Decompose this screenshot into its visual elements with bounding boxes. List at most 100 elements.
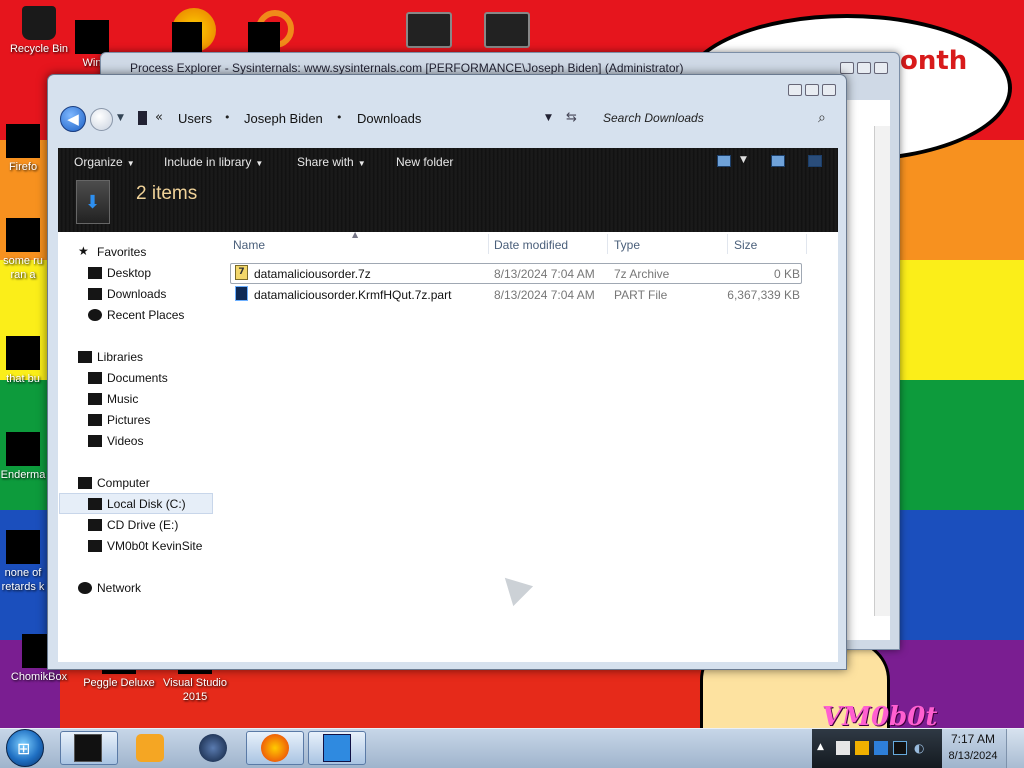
pe-minimize-button[interactable] bbox=[840, 62, 854, 74]
close-button[interactable] bbox=[822, 84, 836, 96]
cd-drive-icon bbox=[88, 519, 102, 531]
share-with-button[interactable]: Share with ▼ bbox=[297, 155, 366, 169]
desktop-icon-label: that bu bbox=[6, 373, 40, 385]
include-in-library-button[interactable]: Include in library ▼ bbox=[164, 155, 263, 169]
breadcrumb-downloads[interactable]: Downloads bbox=[357, 111, 421, 126]
favorites-star-icon: ★ bbox=[78, 244, 89, 258]
chevron-down-icon: ▼ bbox=[357, 159, 366, 168]
address-dropdown[interactable]: ▼ bbox=[545, 113, 552, 123]
column-divider[interactable] bbox=[727, 234, 728, 254]
desktop-icon-label: Peggle Deluxe bbox=[83, 677, 155, 689]
nav-network[interactable]: Network bbox=[97, 581, 141, 595]
recent-pages-dropdown[interactable]: ▼ bbox=[117, 113, 124, 123]
clock-date[interactable]: 8/13/2024 bbox=[944, 750, 1002, 762]
nav-music[interactable]: Music bbox=[107, 392, 138, 406]
file-name[interactable]: datamaliciousorder.KrmfHQut.7z.part bbox=[254, 288, 451, 302]
nav-pictures[interactable]: Pictures bbox=[107, 413, 150, 427]
desktop-icon-top-mask bbox=[172, 22, 202, 52]
show-desktop-button[interactable] bbox=[1006, 729, 1024, 768]
column-divider[interactable] bbox=[806, 234, 807, 254]
desktop-icon-some-ru[interactable]: some ru ran a bbox=[0, 218, 46, 282]
new-folder-button[interactable]: New folder bbox=[396, 155, 453, 169]
maximize-button[interactable] bbox=[805, 84, 819, 96]
documents-icon bbox=[88, 372, 102, 384]
desktop-icon-enderman[interactable]: Enderma bbox=[0, 432, 46, 482]
desktop-icon-firefox[interactable]: Firefo bbox=[0, 124, 46, 174]
videos-icon bbox=[88, 435, 102, 447]
breadcrumb-joseph-biden[interactable]: Joseph Biden bbox=[244, 111, 323, 126]
preview-pane-icon[interactable] bbox=[771, 155, 785, 167]
nav-desktop[interactable]: Desktop bbox=[107, 266, 151, 280]
column-header-size[interactable]: Size bbox=[734, 238, 757, 252]
nav-computer[interactable]: Computer bbox=[97, 476, 150, 490]
desktop-icon bbox=[88, 267, 102, 279]
folder-dark-icon bbox=[74, 734, 102, 762]
breadcrumb-overflow-chevron[interactable]: « bbox=[155, 110, 163, 125]
process-explorer-scrollbar[interactable] bbox=[874, 126, 890, 616]
nav-downloads[interactable]: Downloads bbox=[107, 287, 166, 301]
firefox-icon bbox=[261, 734, 289, 762]
desktop-icon-recycle-bin[interactable]: Recycle Bin bbox=[0, 6, 78, 56]
minimize-button[interactable] bbox=[788, 84, 802, 96]
wallpaper-watermark: VM0b0t bbox=[822, 702, 938, 728]
new-folder-label: New folder bbox=[396, 155, 454, 169]
forward-button[interactable] bbox=[90, 108, 113, 131]
nav-local-disk[interactable]: Local Disk (C:) bbox=[107, 497, 186, 511]
file-date: 8/13/2024 7:04 AM bbox=[494, 267, 595, 281]
change-view-icon[interactable] bbox=[717, 155, 731, 167]
nav-documents[interactable]: Documents bbox=[107, 371, 168, 385]
search-icon[interactable]: ⌕ bbox=[818, 110, 826, 126]
nav-videos[interactable]: Videos bbox=[107, 434, 143, 448]
breadcrumb-users[interactable]: Users bbox=[178, 111, 212, 126]
nav-libraries[interactable]: Libraries bbox=[97, 350, 143, 364]
column-divider[interactable] bbox=[488, 234, 489, 254]
part-file-icon bbox=[235, 286, 248, 301]
desktop-icon-list-2[interactable] bbox=[484, 12, 530, 48]
nav-recent-places[interactable]: Recent Places bbox=[107, 308, 184, 322]
file-name[interactable]: datamaliciousorder.7z bbox=[254, 267, 371, 281]
desktop-icon-list-1[interactable] bbox=[406, 12, 452, 48]
column-header-type[interactable]: Type bbox=[614, 238, 640, 252]
firefox-icon bbox=[6, 124, 40, 158]
windows-logo-icon: ⊞ bbox=[17, 739, 31, 758]
pictures-icon bbox=[88, 414, 102, 426]
pe-close-button[interactable] bbox=[874, 62, 888, 74]
desktop-icon-none-of[interactable]: none of retards k bbox=[0, 530, 46, 594]
chevron-down-icon: ▼ bbox=[255, 159, 264, 168]
location-icon bbox=[138, 111, 147, 125]
network-status-icon[interactable] bbox=[874, 741, 888, 755]
view-options-dropdown[interactable]: ▼ bbox=[740, 155, 747, 165]
tray-app-icon[interactable] bbox=[836, 741, 850, 755]
organize-button[interactable]: Organize ▼ bbox=[74, 155, 135, 169]
column-divider[interactable] bbox=[607, 234, 608, 254]
clock-time[interactable]: 7:17 AM bbox=[944, 732, 1002, 746]
help-icon[interactable] bbox=[808, 155, 822, 167]
app-icon bbox=[6, 432, 40, 466]
nav-favorites[interactable]: Favorites bbox=[97, 245, 146, 259]
column-header-date-modified[interactable]: Date modified bbox=[494, 238, 568, 252]
tray-app-icon[interactable] bbox=[855, 741, 869, 755]
nav-vm-site[interactable]: VM0b0t KevinSite bbox=[107, 539, 202, 553]
nav-cd-drive[interactable]: CD Drive (E:) bbox=[107, 518, 178, 532]
volume-icon[interactable]: ◐ bbox=[914, 741, 928, 755]
media-player-icon bbox=[136, 734, 164, 762]
organize-label: Organize bbox=[74, 155, 123, 169]
refresh-icon[interactable]: ⇆ bbox=[566, 110, 577, 125]
desktop-icon-top-mask bbox=[248, 22, 280, 52]
desktop-icon-that-bu[interactable]: that bu bbox=[0, 336, 46, 386]
show-hidden-icons-icon[interactable]: ▲ bbox=[817, 742, 824, 752]
desktop-icon-label: Firefo bbox=[8, 161, 38, 173]
back-button[interactable]: ◀ bbox=[60, 106, 86, 132]
column-header-name[interactable]: Name bbox=[233, 238, 265, 252]
download-arrow-icon: ⬇ bbox=[85, 192, 101, 213]
breadcrumb-separator[interactable]: • bbox=[224, 111, 231, 124]
chevron-down-icon: ▼ bbox=[126, 159, 135, 168]
process-explorer-title: Process Explorer - Sysinternals: www.sys… bbox=[130, 61, 684, 75]
desktop-icon-label: some ru bbox=[3, 255, 43, 267]
breadcrumb-separator[interactable]: • bbox=[336, 111, 343, 124]
desktop-icon-label: Visual Studio bbox=[162, 677, 227, 689]
pe-maximize-button[interactable] bbox=[857, 62, 871, 74]
monitor-icon[interactable] bbox=[893, 741, 907, 755]
include-in-library-label: Include in library bbox=[164, 155, 252, 169]
downloads-icon bbox=[88, 288, 102, 300]
